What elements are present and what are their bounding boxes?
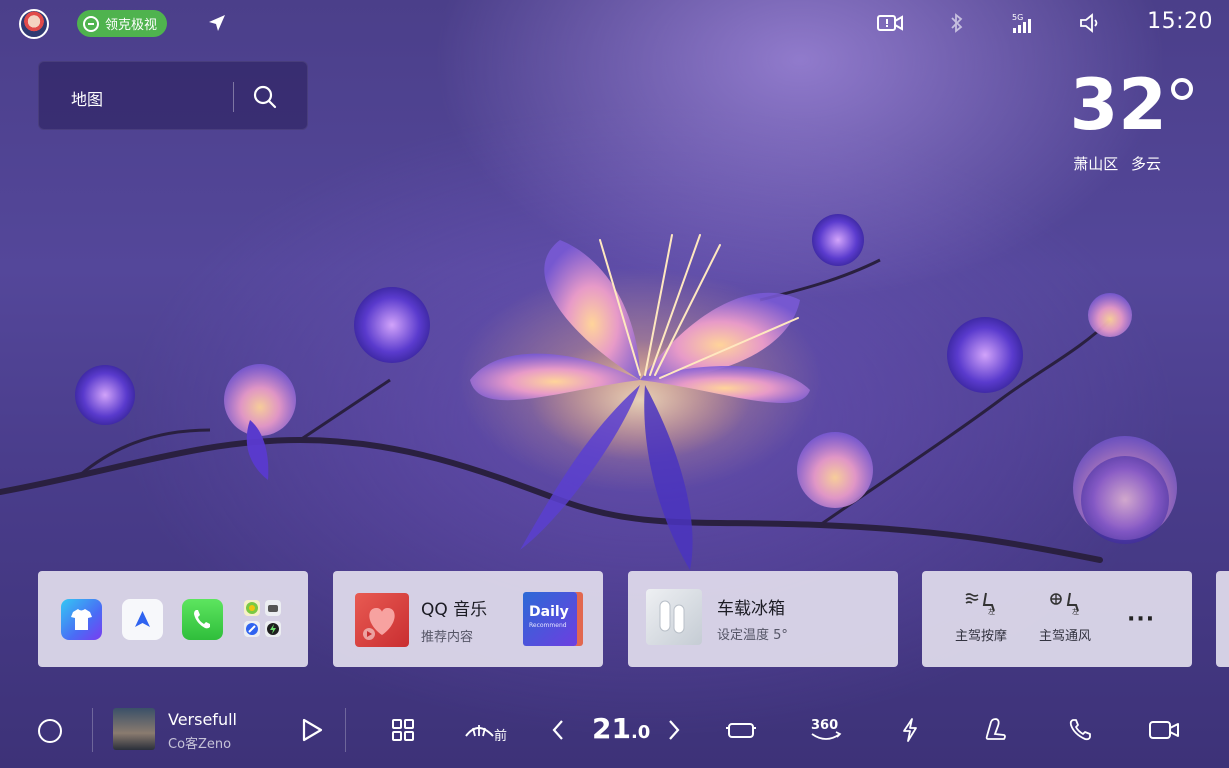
camera-360-label: 360 [811,718,838,733]
map-label: 地图 [71,90,104,109]
dock-divider [345,708,346,752]
car-cabin-icon[interactable] [726,716,756,744]
dock-divider [92,708,93,752]
driver-ventilation-button[interactable]: 左 主驾通风 [1030,589,1100,649]
seat-side-label: 左 [988,607,995,615]
volume-icon[interactable] [1076,12,1104,34]
daily-subtitle: Recommend [529,622,567,629]
navigation-app-icon[interactable] [122,599,163,640]
weather-district: 萧山区 [1073,155,1119,173]
app-shortcuts-card [38,571,308,667]
dashcam-icon[interactable] [876,12,904,34]
brand-vision-button[interactable]: 领克极视 [77,10,168,37]
charging-app-icon [265,621,281,637]
driver-massage-label: 主驾按摩 [954,629,1007,644]
user-avatar[interactable] [19,9,49,39]
steering-wheel-icon [83,15,99,32]
location-arrow-icon[interactable] [203,12,231,34]
cellular-5g-icon: 5G [1008,12,1036,34]
weather-location[interactable]: 萧山区 多云 [1073,153,1161,174]
now-playing-album-art[interactable] [113,708,155,750]
driver-massage-button[interactable]: 左 主驾按摩 [946,589,1016,649]
seat-side-label: 左 [1072,607,1079,615]
more-button[interactable]: ··· [1127,607,1155,632]
climate-temp-main: 21 [592,712,631,745]
car-fridge-card[interactable]: 车载冰箱 设定温度 5° [628,571,898,667]
temp-decrease-button[interactable] [543,716,573,744]
phone-app-icon[interactable] [182,599,223,640]
shop-app-icon[interactable] [61,599,102,640]
search-icon[interactable] [252,84,278,110]
seat-icon[interactable] [980,716,1010,744]
weather-condition: 多云 [1130,155,1161,173]
climate-temp-decimal: .0 [630,722,651,743]
fridge-card-title: 车载冰箱 [717,599,785,619]
map-search-widget[interactable]: 地图 [38,61,308,130]
car-app-icon [265,600,281,616]
now-playing-artist: Co客Zeno [168,737,232,752]
next-card-peek[interactable] [1216,571,1229,667]
phone-icon[interactable] [1065,716,1095,744]
fridge-image [646,589,702,645]
brand-vision-label: 领克极视 [105,18,158,33]
mini-app-1-icon [244,600,260,616]
music-card-subtitle: 推荐内容 [421,630,474,645]
map-search-divider [233,82,234,112]
degree-symbol [1171,78,1193,100]
mini-apps-folder-icon[interactable] [243,599,284,640]
front-defrost-button[interactable]: 前 [463,716,513,744]
seat-ventilation-icon: 左 [1050,592,1079,616]
seat-massage-icon: 左 [965,592,995,616]
app-grid-icon[interactable] [388,716,418,744]
temp-increase-button[interactable] [659,716,689,744]
music-cover-image [355,593,409,647]
compass-app-icon [244,621,260,637]
weather-temperature[interactable]: 32 [1070,70,1167,140]
fridge-card-subtitle: 设定温度 5° [717,628,788,643]
network-label: 5G [1012,13,1023,22]
charging-bolt-icon[interactable] [895,716,925,744]
daily-title: Daily [529,604,569,620]
qq-music-card[interactable]: QQ 音乐 推荐内容 Daily Recommend [333,571,603,667]
bluetooth-icon[interactable] [943,12,971,34]
daily-recommend-cover[interactable]: Daily Recommend [523,592,577,646]
clock: 15:20 [1147,9,1213,34]
music-card-title: QQ 音乐 [421,600,488,620]
now-playing-song[interactable]: Versefull [168,710,237,729]
home-button[interactable] [38,719,62,743]
video-camera-icon[interactable] [1148,716,1180,744]
seat-controls-card: 左 主驾按摩 左 主驾通风 ··· [922,571,1192,667]
defrost-label: 前 [494,728,507,744]
climate-temperature: 21.0 [592,712,650,745]
play-button[interactable] [297,716,327,744]
driver-ventilation-label: 主驾通风 [1038,629,1091,644]
bottom-dock: Versefull Co客Zeno 前 21.0 360 [0,690,1229,768]
camera-360-button[interactable]: 360 [808,716,844,744]
